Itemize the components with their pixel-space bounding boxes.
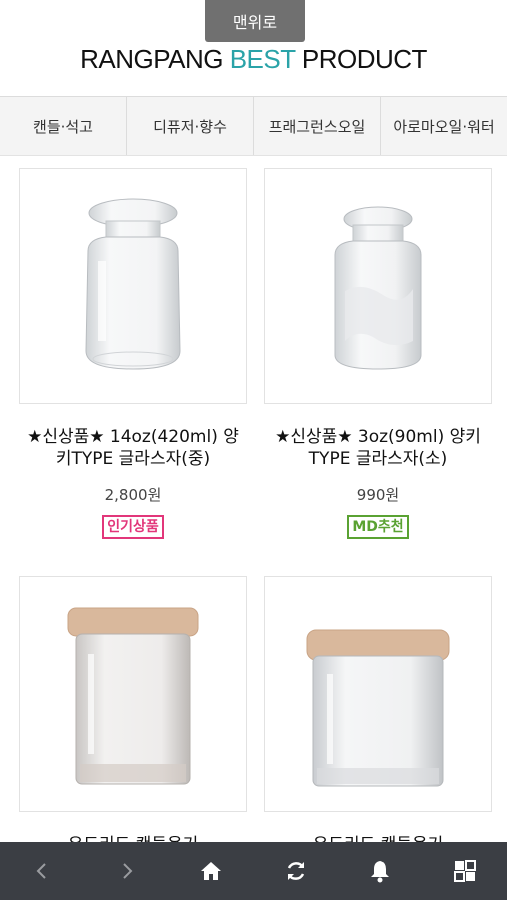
back-button[interactable] bbox=[12, 842, 72, 900]
home-icon bbox=[201, 862, 222, 880]
tab-diffuser-perfume[interactable]: 디퓨저·향수 bbox=[127, 97, 254, 155]
product-name[interactable]: ★신상품★ 3oz(90ml) 양키TYPE 글라스자(소) bbox=[264, 426, 492, 470]
tab-label: 프래그런스오일 bbox=[268, 117, 366, 136]
title-prefix: RANGPANG bbox=[80, 44, 230, 74]
wood-lid-jar-image bbox=[306, 629, 450, 787]
product-card[interactable]: 우드리드 캔들용기 bbox=[264, 576, 492, 856]
status-badge: MD추천 bbox=[347, 515, 409, 539]
menu-button[interactable] bbox=[435, 842, 495, 900]
product-card[interactable]: ★신상품★ 14oz(420ml) 양키TYPE 글라스자(중) 2,800원 … bbox=[19, 168, 247, 539]
product-price: 990원 bbox=[356, 486, 400, 504]
category-tabs: 캔들·석고 디퓨저·향수 프래그런스오일 아로마오일·워터 bbox=[0, 96, 507, 156]
product-price: 2,800원 bbox=[104, 486, 162, 504]
tab-candle-plaster[interactable]: 캔들·석고 bbox=[0, 97, 127, 155]
glass-jar-image bbox=[85, 198, 181, 370]
home-button[interactable] bbox=[181, 842, 241, 900]
title-accent: BEST bbox=[229, 44, 296, 74]
page-title: RANGPANG BEST PRODUCT bbox=[0, 44, 507, 75]
status-badge: 인기상품 bbox=[102, 515, 164, 539]
refresh-button[interactable] bbox=[266, 842, 326, 900]
scroll-to-top-button[interactable]: 맨위로 bbox=[205, 0, 305, 42]
bottom-navigation bbox=[0, 842, 507, 900]
product-image[interactable] bbox=[19, 168, 247, 404]
title-suffix: PRODUCT bbox=[295, 44, 428, 74]
tab-aroma-oil-water[interactable]: 아로마오일·워터 bbox=[381, 97, 507, 155]
forward-button[interactable] bbox=[97, 842, 157, 900]
forward-icon bbox=[123, 863, 133, 879]
product-image[interactable] bbox=[264, 168, 492, 404]
product-card[interactable]: 우드리드 캔들용기 bbox=[19, 576, 247, 856]
product-card[interactable]: ★신상품★ 3oz(90ml) 양키TYPE 글라스자(소) 990원 MD추천 bbox=[264, 168, 492, 539]
tab-label: 아로마오일·워터 bbox=[393, 117, 495, 136]
product-image[interactable] bbox=[264, 576, 492, 812]
tab-label: 캔들·석고 bbox=[33, 117, 93, 136]
glass-jar-image bbox=[334, 206, 422, 370]
bell-icon bbox=[371, 861, 390, 883]
product-image[interactable] bbox=[19, 576, 247, 812]
scroll-to-top-label: 맨위로 bbox=[232, 13, 278, 32]
tab-fragrance-oil[interactable]: 프래그런스오일 bbox=[254, 97, 381, 155]
refresh-icon bbox=[287, 862, 304, 880]
tab-label: 디퓨저·향수 bbox=[153, 117, 227, 136]
notification-button[interactable] bbox=[350, 842, 410, 900]
product-name[interactable]: ★신상품★ 14oz(420ml) 양키TYPE 글라스자(중) bbox=[19, 426, 247, 470]
wood-lid-jar-image bbox=[67, 607, 199, 785]
menu-grid-icon bbox=[453, 860, 476, 882]
back-icon bbox=[36, 863, 46, 879]
